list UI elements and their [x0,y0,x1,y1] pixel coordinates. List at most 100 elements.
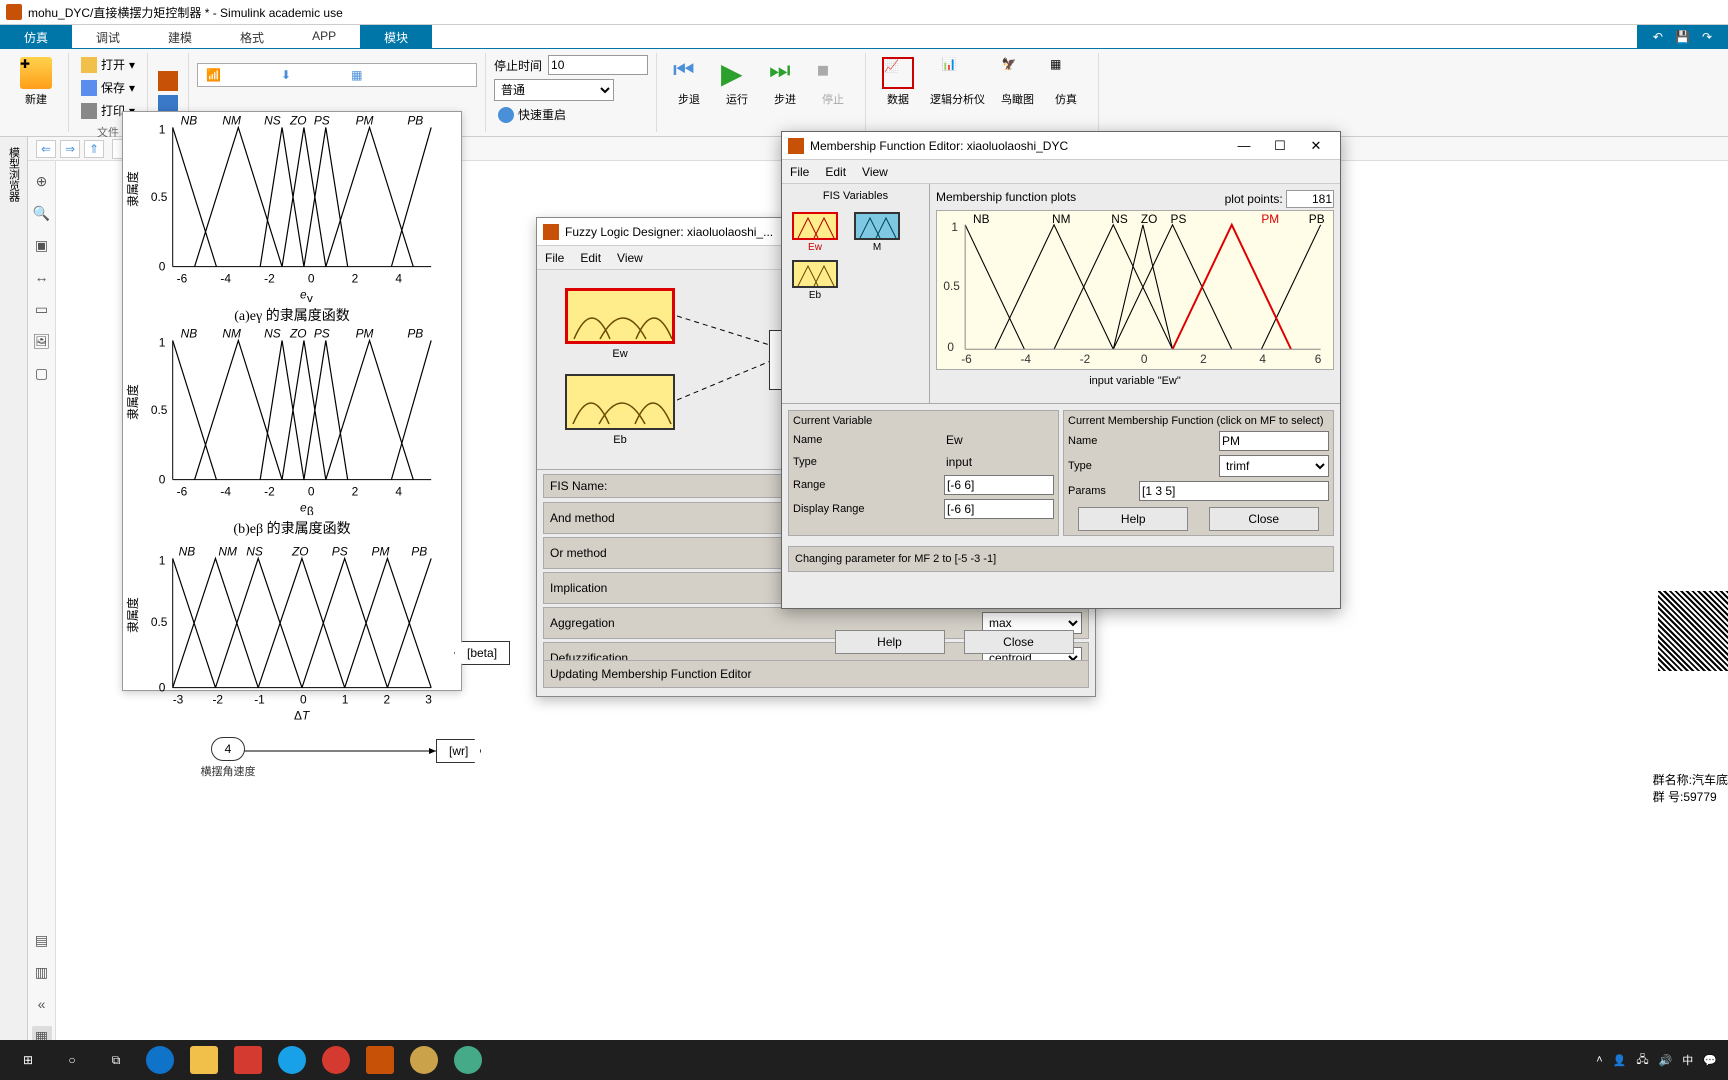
logic-button[interactable]: 📊逻辑分析仪 [922,53,993,132]
zoom-icon[interactable]: 🔍 [32,203,52,223]
open-button[interactable]: 打开▾ [77,54,139,75]
mode-select[interactable]: 普通 [494,79,614,101]
fuzzy-menu-file[interactable]: File [545,251,564,265]
panel2-icon[interactable]: ▥ [32,962,52,982]
save-button[interactable]: 保存▾ [77,77,139,98]
cortana-icon[interactable]: ○ [50,1042,94,1078]
plotpoints-input[interactable] [1286,190,1334,208]
var-m[interactable] [854,212,900,240]
mfe-titlebar[interactable]: Membership Function Editor: xiaoluolaosh… [782,132,1340,160]
minimize-icon[interactable]: — [1226,134,1262,158]
tab-app[interactable]: APP [288,25,360,48]
redo-icon[interactable]: ↷ [1702,30,1712,44]
input-ew-box[interactable] [565,288,675,344]
svg-text:PB: PB [407,326,423,340]
mf-params-input[interactable] [1139,481,1329,501]
birdseye-button[interactable]: 🦅鸟瞰图 [993,53,1042,132]
app-gold-icon[interactable] [402,1042,446,1078]
constant-block[interactable]: 4 [211,737,245,761]
app-red-icon[interactable] [314,1042,358,1078]
range-input[interactable] [944,475,1054,495]
ref-caption-a: (a)eγ 的隶属度函数 [123,305,461,325]
tab-model[interactable]: 建模 [144,25,216,48]
new-button[interactable]: ✚ 新建 [12,53,60,111]
mfe-close-button[interactable]: Close [1209,507,1319,531]
mf-type-select[interactable]: trimf [1219,455,1329,477]
viewmark-icon[interactable]: ▢ [32,363,52,383]
sim-button[interactable]: ▦仿真 [1042,53,1090,132]
save-icon[interactable]: 💾 [1675,30,1690,44]
tab-simulate[interactable]: 仿真 [0,25,72,48]
close-icon[interactable]: ✕ [1298,134,1334,158]
nav-up-icon[interactable]: ⇑ [84,140,104,158]
simulink-canvas[interactable]: 隶属度 00.51 -6-4-2024 eγ NBNMNSZOPSPMPB (a… [56,161,1728,1052]
mfe-help-button[interactable]: Help [1078,507,1188,531]
collapse-icon[interactable]: « [32,994,52,1014]
fuzzy-menu-view[interactable]: View [617,251,643,265]
fuzzy-menu-edit[interactable]: Edit [580,251,601,265]
svg-text:ZO: ZO [289,326,307,340]
tab-format[interactable]: 格式 [216,25,288,48]
mfe-menu-edit[interactable]: Edit [825,165,846,179]
from-beta[interactable]: [beta] [454,641,510,665]
reference-figure: 隶属度 00.51 -6-4-2024 eγ NBNMNSZOPSPMPB (a… [122,111,462,691]
input-eb-box[interactable] [565,374,675,430]
svg-text:-6: -6 [177,272,188,286]
nav-back-icon[interactable]: ⇐ [36,140,56,158]
library-icon[interactable] [158,71,178,91]
run-button[interactable]: ▶运行 [713,53,761,132]
ribbon-qat: ↶ 💾 ↷ [1637,25,1728,48]
browser-icon[interactable] [270,1042,314,1078]
panel1-icon[interactable]: ▤ [32,930,52,950]
mf-plot[interactable]: NBNMNSZOPSPMPB [936,210,1334,370]
nav-fwd-icon[interactable]: ⇒ [60,140,80,158]
ruler-icon[interactable]: ↔ [32,267,52,287]
taskview-icon[interactable]: ⧉ [94,1042,138,1078]
undo-icon[interactable]: ↶ [1653,30,1663,44]
fuzzy-help-button[interactable]: Help [835,630,945,654]
svg-text:0.5: 0.5 [943,279,960,293]
image-icon[interactable]: 🖼 [32,331,52,351]
svg-text:NB: NB [181,326,198,340]
stepback-button[interactable]: ⏮步退 [665,53,713,132]
display-range-input[interactable] [944,499,1054,519]
stop-button[interactable]: ⏹停止 [809,53,857,132]
matlab-icon[interactable] [358,1042,402,1078]
svg-text:PS: PS [332,544,348,558]
wifi-icon[interactable]: 📶 [206,68,221,82]
maximize-icon[interactable]: ☐ [1262,134,1298,158]
curvar-name: Ew [944,431,1054,449]
grid-icon[interactable]: ▦ [351,68,362,82]
stoptime-label: 停止时间 [494,57,548,74]
tab-block[interactable]: 模块 [360,25,432,48]
goto-wr[interactable]: [wr] [436,739,481,763]
edge-icon[interactable] [138,1042,182,1078]
data-button[interactable]: 📈数据 [874,53,922,132]
fast-restart-button[interactable]: 快速重启 [494,104,648,125]
annot-icon[interactable]: ▭ [32,299,52,319]
target-icon[interactable]: ⊕ [32,171,52,191]
explorer-icon[interactable] [182,1042,226,1078]
fit-icon[interactable]: ▣ [32,235,52,255]
fuzzy-close-button[interactable]: Close [964,630,1074,654]
tray-notif-icon[interactable]: 💬 [1703,1054,1717,1067]
tab-debug[interactable]: 调试 [72,25,144,48]
tray-up-icon[interactable]: ˄ [1596,1054,1602,1066]
tray-vol-icon[interactable]: 🔊 [1659,1054,1673,1067]
var-eb[interactable] [792,260,838,288]
wps-icon[interactable] [226,1042,270,1078]
svg-text:0: 0 [947,340,954,354]
tray-ime-icon[interactable]: 中 [1682,1052,1693,1068]
tray-net-icon[interactable]: 🖧 [1636,1051,1648,1070]
mfe-menu-file[interactable]: File [790,165,809,179]
app-cam-icon[interactable] [446,1042,490,1078]
down-icon[interactable]: ⬇ [281,68,291,82]
start-button[interactable]: ⊞ [6,1042,50,1078]
tray-people-icon[interactable]: 👤 [1613,1054,1627,1067]
svg-text:0: 0 [159,473,166,487]
mf-name-input[interactable] [1219,431,1329,451]
stoptime-input[interactable] [548,55,648,75]
stepfwd-button[interactable]: ⏭步进 [761,53,809,132]
var-ew[interactable] [792,212,838,240]
mfe-menu-view[interactable]: View [862,165,888,179]
